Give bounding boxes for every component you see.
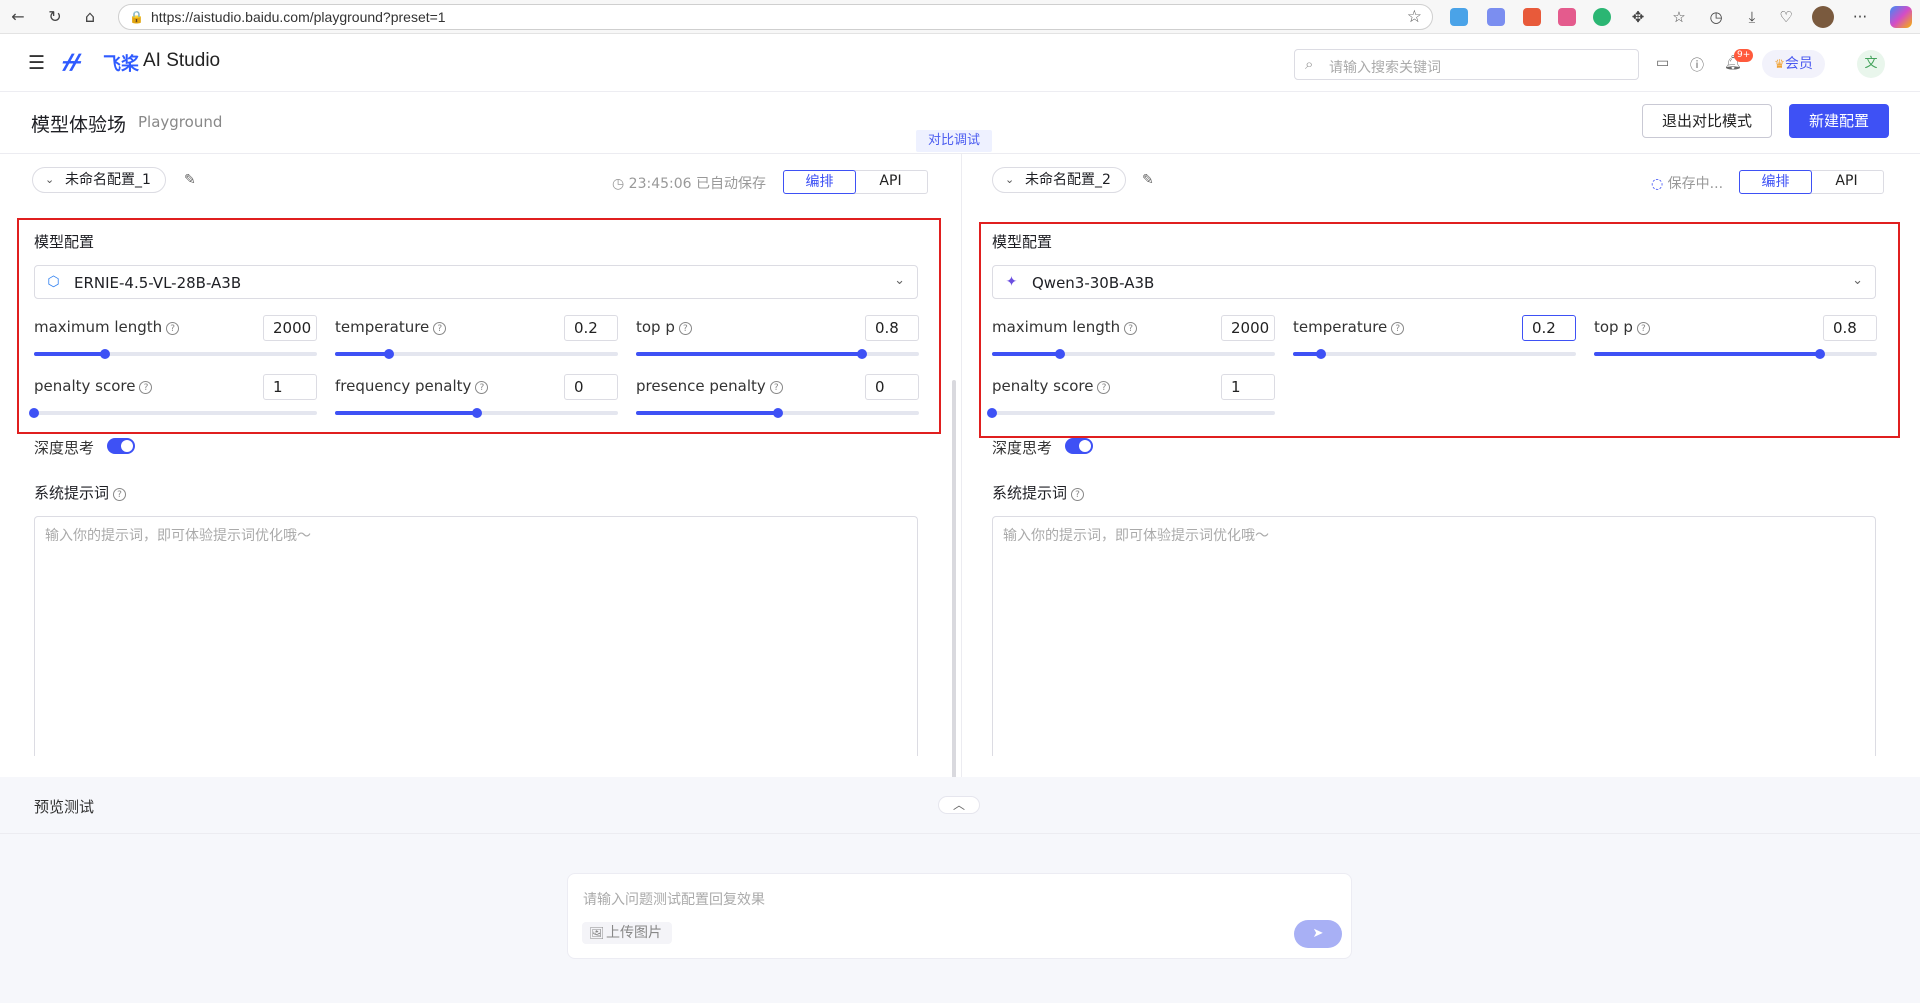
highlight-box	[17, 218, 941, 434]
help-icon[interactable]: ⓘ	[1690, 55, 1704, 75]
extension-icon[interactable]	[1450, 8, 1468, 26]
tab-api[interactable]: API	[854, 170, 927, 194]
deep-think-toggle[interactable]	[1065, 438, 1093, 454]
app-header: ☰ ᚋᚋ 飞桨 AI Studio ⌕ 请输入搜索关键词 ▭ ⓘ 🔔︎ 9+ ♛…	[0, 35, 1920, 92]
extension-icon[interactable]	[1487, 8, 1505, 26]
chevron-up-icon[interactable]: ︿	[938, 796, 980, 814]
system-prompt-textarea[interactable]: 输入你的提示词，即可体验提示词优化哦～	[992, 516, 1876, 756]
vip-label: 会员	[1784, 56, 1813, 72]
edit-icon[interactable]: ✎	[1142, 172, 1154, 188]
browser-toolbar: ← ↻ ⌂ 🔒 https://aistudio.baidu.com/playg…	[0, 0, 1920, 34]
crown-icon: ♛	[1774, 57, 1785, 71]
tab-api[interactable]: API	[1810, 170, 1883, 194]
config-name-dropdown[interactable]: ⌄ 未命名配置_1	[32, 167, 166, 193]
page-subtitle: Playground	[138, 113, 223, 131]
search-input[interactable]: ⌕ 请输入搜索关键词	[1294, 49, 1639, 80]
more-icon[interactable]: ···	[1849, 6, 1871, 28]
deep-think-label: 深度思考	[34, 439, 95, 457]
image-icon: 🖼︎	[589, 926, 605, 940]
search-placeholder: 请输入搜索关键词	[1329, 60, 1441, 76]
help-icon[interactable]: ?	[113, 488, 127, 501]
new-config-button[interactable]: 新建配置	[1789, 104, 1889, 138]
download-icon[interactable]: ⤓	[1741, 6, 1763, 28]
address-bar[interactable]: 🔒 https://aistudio.baidu.com/playground?…	[118, 4, 1433, 30]
bookmark-star-icon[interactable]: ☆	[1407, 7, 1422, 27]
home-icon[interactable]: ⌂	[80, 7, 100, 27]
exit-compare-button[interactable]: 退出对比模式	[1642, 104, 1772, 138]
upload-image-label: 上传图片	[606, 925, 662, 941]
system-prompt-placeholder: 输入你的提示词，即可体验提示词优化哦～	[1003, 528, 1269, 544]
page-title: 模型体验场	[31, 114, 127, 136]
lock-icon: 🔒	[129, 10, 144, 24]
save-status-text: 保存中...	[1667, 176, 1724, 192]
mode-tabs: 编排 API	[783, 170, 928, 194]
logo-cn-text[interactable]: 飞桨	[103, 50, 139, 76]
chevron-down-icon: ⌄	[45, 173, 55, 186]
chevron-down-icon: ⌄	[1005, 173, 1015, 186]
system-prompt-placeholder: 输入你的提示词，即可体验提示词优化哦～	[45, 528, 311, 544]
copilot-icon[interactable]	[1890, 6, 1912, 28]
config-name: 未命名配置_1	[65, 172, 151, 188]
paddle-logo-icon[interactable]: ᚋᚋ	[62, 49, 79, 73]
history-icon[interactable]: ◷	[1705, 6, 1727, 28]
url-text[interactable]: https://aistudio.baidu.com/playground?pr…	[151, 9, 446, 25]
loading-spinner-icon: ◌	[1651, 176, 1668, 192]
system-prompt-textarea[interactable]: 输入你的提示词，即可体验提示词优化哦～	[34, 516, 918, 756]
config-panel-1: ⌄ 未命名配置_1 ✎ ◷ 23:45:06 已自动保存 编排 API 模型配置…	[0, 154, 957, 860]
config-name-dropdown[interactable]: ⌄ 未命名配置_2	[992, 167, 1126, 193]
upload-image-button[interactable]: 🖼︎ 上传图片	[582, 922, 672, 944]
preview-title: 预览测试	[34, 798, 95, 816]
heartbeat-icon[interactable]: ♡	[1775, 6, 1797, 28]
extension-icon[interactable]	[1523, 8, 1541, 26]
notification-badge: 9+	[1734, 49, 1754, 62]
tab-orchestrate[interactable]: 编排	[1739, 170, 1812, 194]
tab-orchestrate[interactable]: 编排	[783, 170, 856, 194]
clock-icon: ◷	[612, 176, 629, 192]
back-icon[interactable]: ←	[8, 7, 28, 27]
puzzle-icon[interactable]: ✥	[1627, 6, 1649, 28]
reload-icon[interactable]: ↻	[45, 7, 65, 27]
profile-avatar[interactable]	[1812, 6, 1834, 28]
send-icon[interactable]: ➤	[1294, 920, 1342, 948]
search-icon: ⌕	[1305, 55, 1314, 73]
deep-think-toggle[interactable]	[107, 438, 135, 454]
help-icon[interactable]: ?	[1071, 488, 1085, 501]
system-prompt-label-text: 系统提示词	[992, 484, 1068, 502]
hamburger-menu-icon[interactable]: ☰	[28, 54, 45, 73]
compare-debug-tag: 对比调试	[916, 130, 993, 152]
favorites-icon[interactable]: ☆	[1668, 6, 1690, 28]
chat-input-box[interactable]: 请输入问题测试配置回复效果 🖼︎ 上传图片 ➤	[567, 873, 1352, 959]
user-avatar[interactable]: 文	[1857, 50, 1885, 78]
logo-text[interactable]: AI Studio	[143, 50, 220, 72]
vip-button[interactable]: ♛会员	[1762, 50, 1825, 78]
system-prompt-label: 系统提示词?	[992, 482, 1085, 503]
monitor-icon[interactable]: ▭	[1656, 55, 1669, 71]
save-status: ◌ 保存中...	[1651, 173, 1723, 193]
save-status: ◷ 23:45:06 已自动保存	[612, 173, 766, 193]
extension-icon[interactable]	[1558, 8, 1576, 26]
edit-icon[interactable]: ✎	[184, 172, 196, 188]
highlight-box	[979, 222, 1900, 438]
system-prompt-label-text: 系统提示词	[34, 484, 110, 502]
mode-tabs: 编排 API	[1739, 170, 1884, 194]
system-prompt-label: 系统提示词?	[34, 482, 127, 503]
chat-input-placeholder: 请输入问题测试配置回复效果	[583, 892, 765, 908]
deep-think-label: 深度思考	[992, 439, 1053, 457]
config-panel-2: ⌄ 未命名配置_2 ✎ ◌ 保存中... 编排 API 模型配置 ✦ Qwen3…	[958, 154, 1915, 777]
config-name: 未命名配置_2	[1025, 172, 1111, 188]
save-status-text: 23:45:06 已自动保存	[628, 176, 766, 192]
extension-icon[interactable]	[1593, 8, 1611, 26]
